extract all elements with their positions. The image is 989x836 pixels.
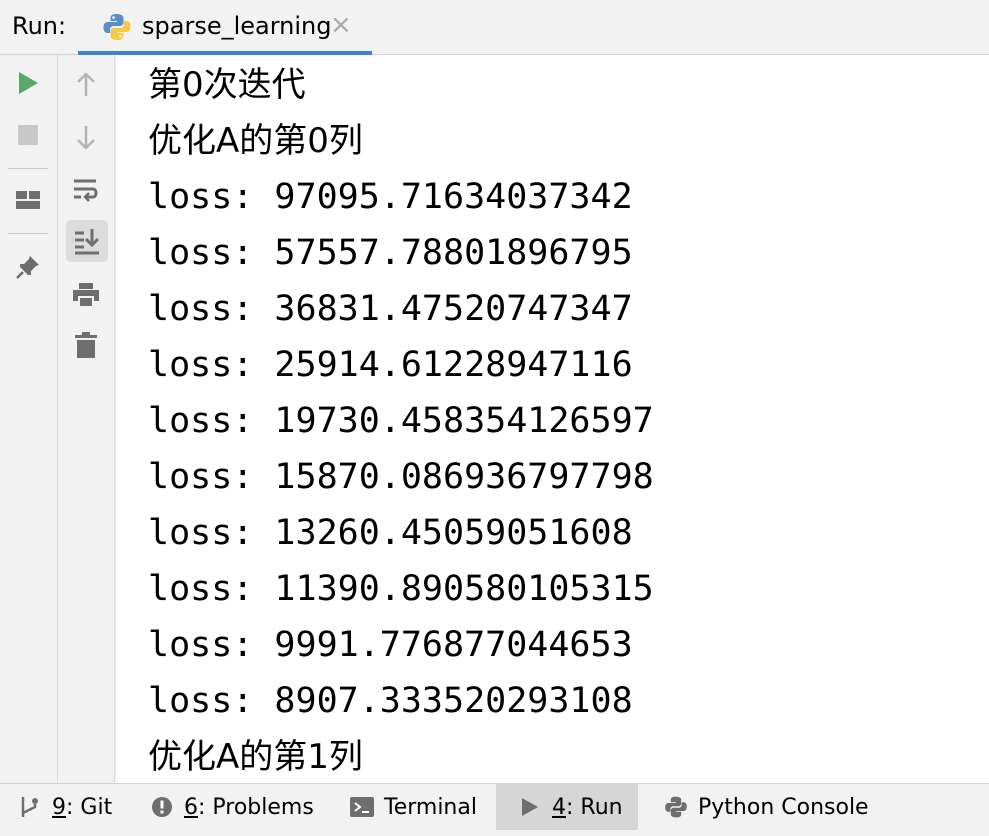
scroll-to-end-icon[interactable] xyxy=(66,220,108,262)
stop-icon[interactable] xyxy=(8,115,48,155)
tab-sparse-learning[interactable]: sparse_learning × xyxy=(78,0,372,55)
console-line: loss: 9991.776877044653 xyxy=(148,625,633,665)
console-line: loss: 97095.71634037342 xyxy=(148,177,633,217)
console-line: loss: 11390.890580105315 xyxy=(148,569,654,609)
run-label: Run: xyxy=(12,12,67,40)
git-label: : Git xyxy=(66,794,113,820)
console-line: loss: 8907.333520293108 xyxy=(148,681,633,721)
python-console-icon xyxy=(664,795,688,819)
run-tool-button[interactable]: 4 : Run xyxy=(496,784,638,830)
run-tab-label: : Run xyxy=(566,794,623,820)
run-mnemonic: 4 xyxy=(552,794,566,820)
print-icon[interactable] xyxy=(66,275,106,315)
python-icon xyxy=(102,12,132,42)
up-arrow-icon[interactable] xyxy=(66,65,106,105)
console-output[interactable]: 第0次迭代 优化A的第0列 loss: 97095.71634037342 lo… xyxy=(116,55,989,783)
problems-icon xyxy=(150,795,174,819)
console-line: loss: 36831.47520747347 xyxy=(148,289,633,329)
console-line: loss: 13260.45059051608 xyxy=(148,513,633,553)
python-console-tool-button[interactable]: Python Console xyxy=(664,784,869,830)
problems-mnemonic: 6 xyxy=(184,794,198,820)
terminal-label: Terminal xyxy=(384,794,477,820)
down-arrow-icon[interactable] xyxy=(66,117,106,157)
run-toolbar xyxy=(0,55,58,783)
console-line: 第0次迭代 xyxy=(148,65,306,105)
trash-icon[interactable] xyxy=(66,325,106,365)
console-line: loss: 19730.458354126597 xyxy=(148,401,654,441)
console-line: loss: 15870.086936797798 xyxy=(148,457,654,497)
pin-icon[interactable] xyxy=(8,247,48,287)
tab-label: sparse_learning xyxy=(142,12,332,40)
run-triangle-icon xyxy=(518,795,542,819)
python-console-label: Python Console xyxy=(698,794,869,820)
console-line: 优化A的第1列 xyxy=(148,737,363,777)
console-toolbar xyxy=(58,55,115,783)
terminal-tool-button[interactable]: Terminal xyxy=(350,784,477,830)
console-line: loss: 57557.78801896795 xyxy=(148,233,633,273)
console-line: loss: 25914.61228947116 xyxy=(148,345,633,385)
console-line: 优化A的第0列 xyxy=(148,121,363,161)
close-icon[interactable]: × xyxy=(330,10,352,40)
problems-tool-button[interactable]: 6 : Problems xyxy=(150,784,314,830)
toolbar-separator xyxy=(8,168,48,169)
bottom-tool-window-bar: 9 : Git 6 : Problems Terminal 4 : Run Py… xyxy=(0,783,989,836)
git-tool-button[interactable]: 9 : Git xyxy=(18,784,112,830)
git-branch-icon xyxy=(18,795,42,819)
problems-label: : Problems xyxy=(198,794,314,820)
layout-icon[interactable] xyxy=(8,180,48,220)
toolbar-separator xyxy=(8,233,48,234)
terminal-icon xyxy=(350,795,374,819)
git-mnemonic: 9 xyxy=(52,794,66,820)
soft-wrap-icon[interactable] xyxy=(66,170,106,210)
run-icon[interactable] xyxy=(8,63,48,103)
run-tool-window-header: Run: sparse_learning × xyxy=(0,0,989,55)
